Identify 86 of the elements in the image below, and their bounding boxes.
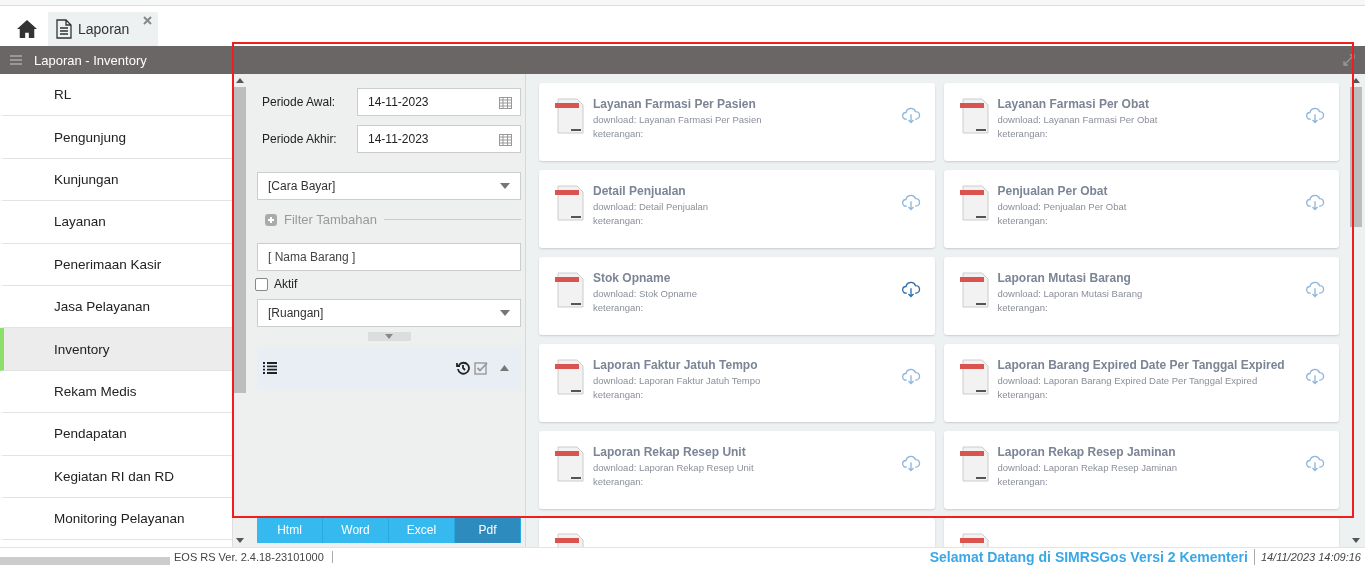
datetime-text: 14/11/2023 14:09:16	[1259, 550, 1362, 563]
report-card[interactable]: Detail Penjualan download: Detail Penjualan keterangan:	[539, 170, 935, 248]
report-card[interactable]: Laporan Faktur Jatuh Tempo download: Laporan Faktur Jatuh Tempo keterangan:	[539, 344, 935, 422]
menu-icon[interactable]	[10, 55, 22, 65]
report-title: Laporan Faktur Jatuh Tempo	[593, 358, 759, 372]
welcome-text: Selamat Datang di SIMRSGos Versi 2 Kementeri	[929, 548, 1255, 565]
report-card[interactable]: Stok Opname download: Stok Opname keterangan:	[539, 257, 935, 335]
download-text: download: Layanan Farmasi Per Pasien	[593, 114, 763, 125]
report-title: Laporan Mutasi Barang	[997, 271, 1132, 285]
report-title: Layanan Farmasi Per Pasien	[593, 97, 757, 111]
section-label: Filter Tambahan	[284, 212, 377, 227]
document-icon	[56, 19, 72, 39]
document-icon	[959, 184, 990, 222]
scroll-down-icon[interactable]	[1351, 538, 1360, 543]
history-icon[interactable]	[456, 361, 470, 375]
download-text: download: Penjualan Per Obat	[997, 201, 1128, 212]
download-text: download: Laporan Rekap Resep Jaminan	[997, 462, 1179, 473]
date-field[interactable]: 14-11-2023	[357, 125, 521, 153]
version-text: EOS RS Ver. 2.4.18-23101000	[170, 550, 333, 563]
sidebar-item[interactable]: Inventory	[0, 328, 232, 371]
field-label: Periode Akhir:	[261, 132, 338, 146]
report-title: Penjualan Per Obat	[997, 184, 1109, 198]
checkbox-icon[interactable]	[474, 361, 488, 375]
document-icon	[555, 271, 585, 309]
caret-icon	[500, 183, 510, 189]
document-icon	[959, 445, 990, 483]
note-text: keterangan:	[997, 476, 1049, 487]
checkbox-label: Aktif	[274, 277, 298, 291]
expand-icon[interactable]	[1343, 54, 1355, 66]
note-text: keterangan:	[593, 128, 645, 139]
caret-icon	[385, 334, 393, 339]
note-text: keterangan:	[593, 389, 645, 400]
scroll-up-icon[interactable]	[235, 78, 244, 83]
download-text: download: Laporan Rekap Resep Unit	[593, 462, 755, 473]
panel-title: Laporan - Inventory	[34, 52, 147, 68]
report-title: Laporan Rekap Resep Unit	[593, 445, 747, 459]
list-icon[interactable]	[263, 362, 277, 374]
plus-icon[interactable]	[265, 213, 277, 226]
document-icon	[555, 445, 585, 483]
download-text: download: Layanan Farmasi Per Obat	[997, 114, 1159, 125]
report-card[interactable]: Layanan Farmasi Per Pasien download: Layanan Farmasi Per Pasien keterangan:	[539, 83, 935, 161]
dropdown[interactable]: [Cara Bayar]	[257, 172, 521, 200]
calendar-icon[interactable]	[499, 132, 512, 146]
note-text: keterangan:	[997, 389, 1049, 400]
document-icon	[555, 97, 585, 135]
report-title: Laporan Barang Expired Date Per Tanggal Expired	[997, 358, 1286, 372]
report-card[interactable]: Penjualan Per Obat download: Penjualan Per Obat keterangan:	[943, 170, 1339, 248]
document-icon	[555, 184, 585, 222]
scroll-down-icon[interactable]	[235, 538, 244, 543]
document-icon	[959, 271, 990, 309]
download-text: download: Laporan Barang Expired Date Per Tanggal Expired	[997, 375, 1259, 386]
checkbox[interactable]	[255, 277, 268, 291]
expand-toggle[interactable]	[367, 332, 411, 341]
note-text: keterangan:	[593, 302, 645, 313]
dropdown[interactable]: [Ruangan]	[257, 299, 521, 327]
note-text: keterangan:	[593, 476, 645, 487]
caret-icon	[500, 310, 510, 316]
download-text: download: Detail Penjualan	[593, 201, 710, 212]
tab-label: Laporan	[78, 21, 130, 37]
scroll-up-icon[interactable]	[1351, 78, 1360, 83]
report-card[interactable]: Laporan Mutasi Barang download: Laporan Mutasi Barang keterangan:	[943, 257, 1339, 335]
report-title: Detail Penjualan	[593, 184, 687, 198]
report-card[interactable]: Laporan Barang Expired Date Per Tanggal Expired download: Laporan Barang Expired Date Per Tanggal Expired keterangan:	[943, 344, 1339, 422]
report-card[interactable]: Laporan Rekap Resep Jaminan download: Laporan Rekap Resep Jaminan keterangan:	[943, 431, 1339, 509]
field-label: Periode Awal:	[261, 95, 337, 109]
document-icon	[555, 358, 585, 396]
download-text: download: Stok Opname	[593, 288, 699, 299]
document-icon	[959, 358, 990, 396]
download-text: download: Laporan Faktur Jatuh Tempo	[593, 375, 762, 386]
report-title: Stok Opname	[593, 271, 672, 285]
input-field[interactable]: [ Nama Barang ]	[257, 243, 521, 271]
note-text: keterangan:	[997, 128, 1049, 139]
report-title: Layanan Farmasi Per Obat	[997, 97, 1150, 111]
report-card[interactable]: Laporan Rekap Resep Unit download: Laporan Rekap Resep Unit keterangan:	[539, 431, 935, 509]
note-text: keterangan:	[997, 302, 1049, 313]
note-text: keterangan:	[593, 215, 645, 226]
report-title: Laporan Rekap Resep Jaminan	[997, 445, 1177, 459]
calendar-icon[interactable]	[499, 95, 512, 109]
document-icon	[959, 97, 990, 135]
tab[interactable]: Laporan	[48, 12, 158, 46]
report-card[interactable]: Layanan Farmasi Per Obat download: Layanan Farmasi Per Obat keterangan:	[943, 83, 1339, 161]
download-text: download: Laporan Mutasi Barang	[997, 288, 1144, 299]
export-button[interactable]: Pdf	[455, 516, 521, 543]
note-text: keterangan:	[997, 215, 1049, 226]
collapse-icon[interactable]	[500, 365, 509, 371]
date-field[interactable]: 14-11-2023	[357, 88, 521, 116]
